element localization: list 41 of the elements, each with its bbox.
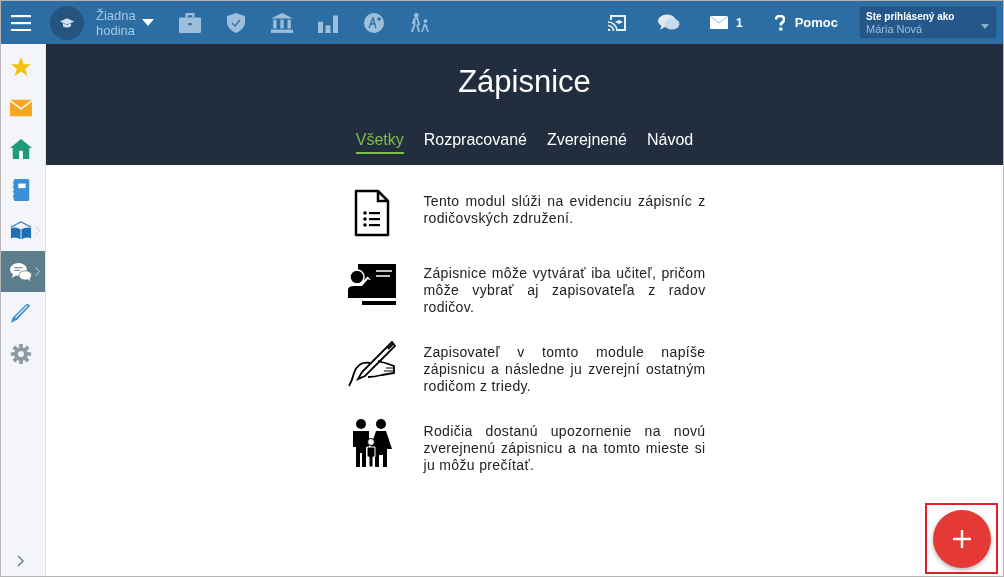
tab[interactable]: Návod <box>647 130 694 154</box>
notebook-icon <box>10 178 32 201</box>
tab[interactable]: Všetky <box>355 130 404 154</box>
plus-icon <box>952 529 971 548</box>
page-title: Zápisnice <box>458 64 591 100</box>
info-text: Tento modul slúži na evidenciu zápisníc z rodičovských združení. <box>423 193 706 227</box>
info-text: Zápisnice môže vytvárať iba učiteľ, pričom môže vybrať aj zapisovateľa z radov rodičov. <box>423 265 706 316</box>
tab[interactable]: Zverejnené <box>546 130 627 154</box>
add-button[interactable] <box>932 509 991 568</box>
walking-figures-icon[interactable] <box>408 12 431 33</box>
open-book-icon <box>10 219 32 242</box>
info-text: Zapisovateľ v tomto module napíše zápisnicu a následne ju zverejní ostatným rodičom z triedy. <box>423 344 706 395</box>
question-mark-icon <box>774 14 785 31</box>
chevron-right-icon[interactable] <box>17 555 24 567</box>
menu-icon[interactable] <box>11 14 31 31</box>
tab[interactable]: Rozpracované <box>423 130 527 154</box>
house-icon <box>10 137 32 160</box>
shield-check-icon[interactable] <box>224 12 247 33</box>
chevron-right-icon <box>35 226 40 235</box>
grade-badge-icon[interactable] <box>362 12 385 33</box>
chat-bubbles-icon[interactable] <box>657 13 680 32</box>
star-icon <box>10 55 32 78</box>
sidebar-item[interactable] <box>1 251 45 292</box>
user-dropdown[interactable]: Ste prihlásený ako Mária Nová <box>860 7 996 38</box>
user-caption: Ste prihlásený ako <box>866 10 956 23</box>
caret-down-icon[interactable] <box>141 19 154 26</box>
chevron-right-icon <box>35 267 40 276</box>
graduation-cap-icon[interactable] <box>50 5 84 40</box>
help-link[interactable]: Pomoc <box>774 14 838 31</box>
envelope-icon[interactable] <box>709 16 728 29</box>
cast-icon[interactable] <box>607 14 628 31</box>
hand-writing-icon <box>347 340 396 388</box>
chat-bubbles-icon <box>10 260 32 283</box>
message-count: 1 <box>735 15 743 30</box>
briefcase-icon[interactable] <box>178 12 201 33</box>
user-name: Mária Nová <box>866 23 923 36</box>
settings-icon <box>10 342 32 365</box>
info-text: Rodičia dostanú upozornenie na novú zverejnenú zápisnicu a na tomto mieste si ju môžu prečítať. <box>423 423 706 474</box>
caret-down-icon[interactable] <box>981 24 989 29</box>
pencil-icon <box>10 301 32 324</box>
bank-icon[interactable] <box>270 12 293 33</box>
